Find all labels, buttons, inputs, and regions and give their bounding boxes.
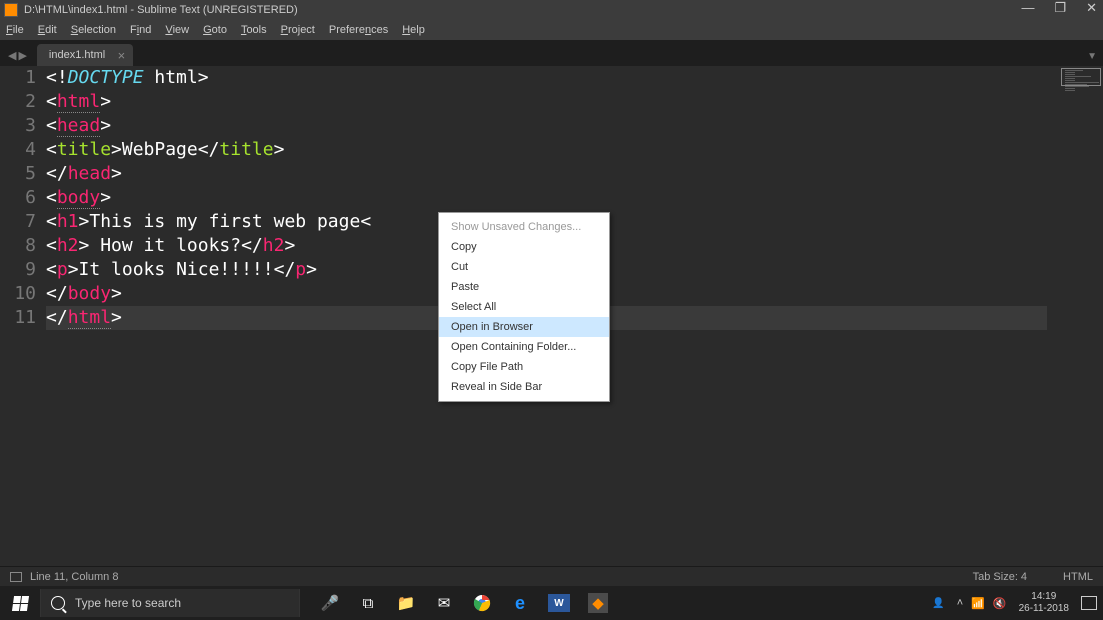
menu-tools[interactable]: Tools — [241, 24, 267, 36]
search-placeholder: Type here to search — [75, 596, 181, 610]
file-explorer-icon[interactable]: 📁 — [396, 593, 416, 613]
taskbar: Type here to search 🎤 ⧉ 📁 ✉ e W ◆ 👤 ˄ 📶 … — [0, 586, 1103, 620]
line-number: 10 — [0, 282, 36, 306]
window-title: D:\HTML\index1.html - Sublime Text (UNRE… — [24, 4, 298, 16]
tab-label: index1.html — [49, 49, 105, 61]
menu-preferences[interactable]: Preferences — [329, 24, 388, 36]
system-tray: 👤 ˄ 📶 🔇 14:19 26-11-2018 — [932, 586, 1097, 620]
minimize-button[interactable]: — — [1021, 0, 1034, 16]
search-icon — [51, 596, 65, 610]
clock[interactable]: 14:19 26-11-2018 — [1019, 591, 1069, 615]
close-button[interactable]: ✕ — [1086, 0, 1097, 16]
panel-switcher-icon[interactable] — [10, 572, 22, 582]
tab-nav-arrows[interactable]: ◀▶ — [0, 49, 37, 66]
action-center-icon[interactable] — [1081, 596, 1097, 610]
line-number: 11 — [0, 306, 36, 330]
maximize-button[interactable]: ❐ — [1054, 0, 1066, 16]
app-icon — [4, 3, 18, 17]
statusbar: Line 11, Column 8 Tab Size: 4 HTML — [0, 566, 1103, 586]
clock-date: 26-11-2018 — [1019, 603, 1069, 615]
gutter: 1 2 3 4 5 6 7 8 9 10 11 — [0, 66, 46, 566]
windows-logo-icon — [11, 596, 28, 611]
status-position[interactable]: Line 11, Column 8 — [30, 571, 118, 583]
menu-find[interactable]: Find — [130, 24, 151, 36]
ctx-open-in-browser[interactable]: Open in Browser — [439, 317, 609, 337]
taskbar-search[interactable]: Type here to search — [40, 589, 300, 617]
line-number: 8 — [0, 234, 36, 258]
menu-project[interactable]: Project — [281, 24, 315, 36]
line-number: 7 — [0, 210, 36, 234]
menu-goto[interactable]: Goto — [203, 24, 227, 36]
menubar: File Edit Selection Find View Goto Tools… — [0, 20, 1103, 40]
sublime-icon[interactable]: ◆ — [588, 593, 608, 613]
cortana-mic-icon[interactable]: 🎤 — [320, 593, 340, 613]
editor[interactable]: 1 2 3 4 5 6 7 8 9 10 11 <!DOCTYPE html> … — [0, 66, 1103, 566]
titlebar: D:\HTML\index1.html - Sublime Text (UNRE… — [0, 0, 1103, 20]
menu-help[interactable]: Help — [402, 24, 425, 36]
mail-icon[interactable]: ✉ — [434, 593, 454, 613]
status-syntax[interactable]: HTML — [1063, 571, 1093, 583]
line-number: 2 — [0, 90, 36, 114]
line-number: 3 — [0, 114, 36, 138]
ctx-copy-file-path[interactable]: Copy File Path — [439, 357, 609, 377]
line-number: 4 — [0, 138, 36, 162]
ctx-show-unsaved: Show Unsaved Changes... — [439, 217, 609, 237]
tab-dropdown-icon[interactable]: ▼ — [1087, 51, 1097, 62]
tab-index1[interactable]: index1.html × — [37, 44, 133, 66]
chrome-icon[interactable] — [472, 593, 492, 613]
edge-icon[interactable]: e — [510, 593, 530, 613]
word-icon[interactable]: W — [548, 594, 570, 612]
menu-selection[interactable]: Selection — [71, 24, 116, 36]
tray-chevron-icon[interactable]: ˄ — [957, 597, 963, 609]
line-number: 9 — [0, 258, 36, 282]
ctx-reveal-in-sidebar[interactable]: Reveal in Side Bar — [439, 377, 609, 397]
ctx-open-containing-folder[interactable]: Open Containing Folder... — [439, 337, 609, 357]
tab-close-icon[interactable]: × — [118, 48, 126, 63]
ctx-copy[interactable]: Copy — [439, 237, 609, 257]
menu-file[interactable]: File — [6, 24, 24, 36]
context-menu: Show Unsaved Changes... Copy Cut Paste S… — [438, 212, 610, 402]
ctx-paste[interactable]: Paste — [439, 277, 609, 297]
clock-time: 14:19 — [1019, 591, 1069, 603]
volume-icon[interactable]: 🔇 — [993, 597, 1007, 610]
task-view-icon[interactable]: ⧉ — [358, 593, 378, 613]
line-number: 6 — [0, 186, 36, 210]
network-icon[interactable]: 📶 — [971, 597, 985, 610]
ctx-cut[interactable]: Cut — [439, 257, 609, 277]
taskbar-pinned: 🎤 ⧉ 📁 ✉ e W ◆ — [320, 593, 608, 613]
line-number: 5 — [0, 162, 36, 186]
tabbar: ◀▶ index1.html × ▼ — [0, 40, 1103, 66]
ctx-select-all[interactable]: Select All — [439, 297, 609, 317]
start-button[interactable] — [0, 586, 40, 620]
people-icon[interactable]: 👤 — [932, 598, 944, 609]
menu-edit[interactable]: Edit — [38, 24, 57, 36]
status-tabsize[interactable]: Tab Size: 4 — [973, 571, 1027, 583]
menu-view[interactable]: View — [165, 24, 189, 36]
line-number: 1 — [0, 66, 36, 90]
